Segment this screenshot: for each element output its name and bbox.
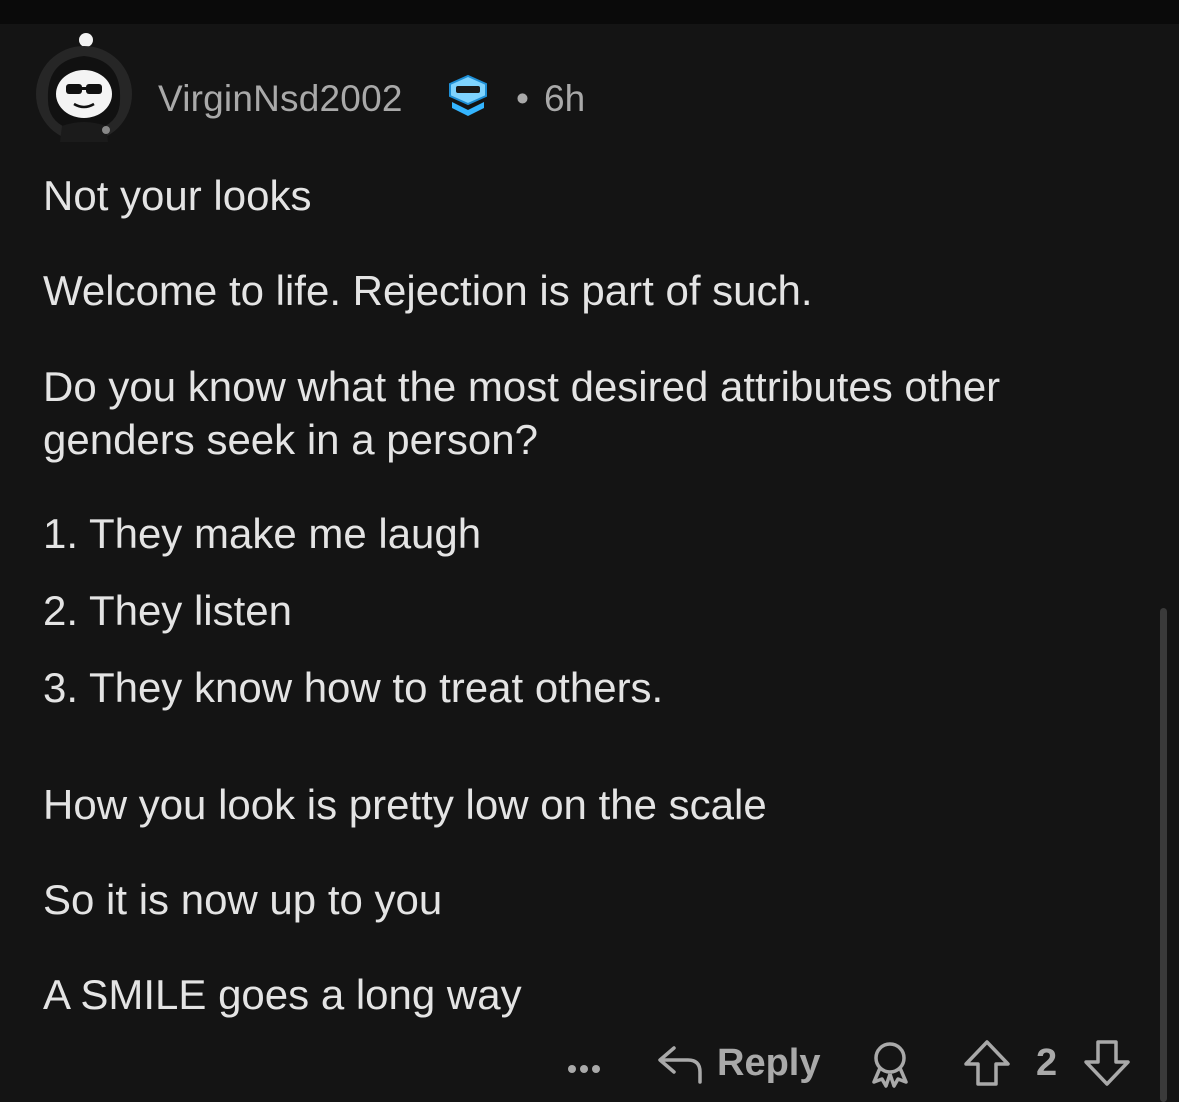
downvote-arrow-icon[interactable]: [1082, 1038, 1132, 1088]
more-options-icon[interactable]: [564, 1036, 604, 1086]
vote-score: 2: [1036, 1042, 1058, 1084]
username[interactable]: VirginNsd2002: [158, 78, 403, 120]
comment-paragraph: genders seek in a person?: [43, 416, 538, 463]
comment-paragraph: A SMILE goes a long way: [43, 971, 522, 1018]
achievement-flair-icon: [444, 74, 492, 118]
reply-arrow-icon[interactable]: [656, 1040, 704, 1084]
comment-paragraph: Welcome to life. Rejection is part of su…: [43, 267, 813, 314]
comment-actions: Reply 2: [560, 1030, 1160, 1094]
award-icon[interactable]: [866, 1038, 914, 1088]
comment-header: VirginNsd2002 • 6h: [34, 30, 734, 146]
comment-paragraph: How you look is pretty low on the scale: [43, 781, 767, 828]
list-item: 2. They listen: [43, 587, 293, 634]
scrollbar[interactable]: [1160, 608, 1167, 1102]
user-avatar[interactable]: [34, 30, 134, 146]
top-bar: [0, 0, 1179, 24]
comment-paragraph: So it is now up to you: [43, 876, 443, 923]
snoo-avatar-sunglasses-icon: [36, 33, 132, 142]
list-item: 1. They make me laugh: [43, 510, 482, 557]
meta-separator: •: [516, 78, 529, 119]
reply-button[interactable]: Reply: [717, 1042, 820, 1085]
comment-timestamp: 6h: [544, 78, 586, 119]
list-item: 3. They know how to treat others.: [43, 664, 664, 711]
comment-paragraph: Not your looks: [43, 172, 312, 219]
comment-paragraph: Do you know what the most desired attrib…: [43, 363, 1001, 410]
upvote-arrow-icon[interactable]: [962, 1038, 1012, 1088]
